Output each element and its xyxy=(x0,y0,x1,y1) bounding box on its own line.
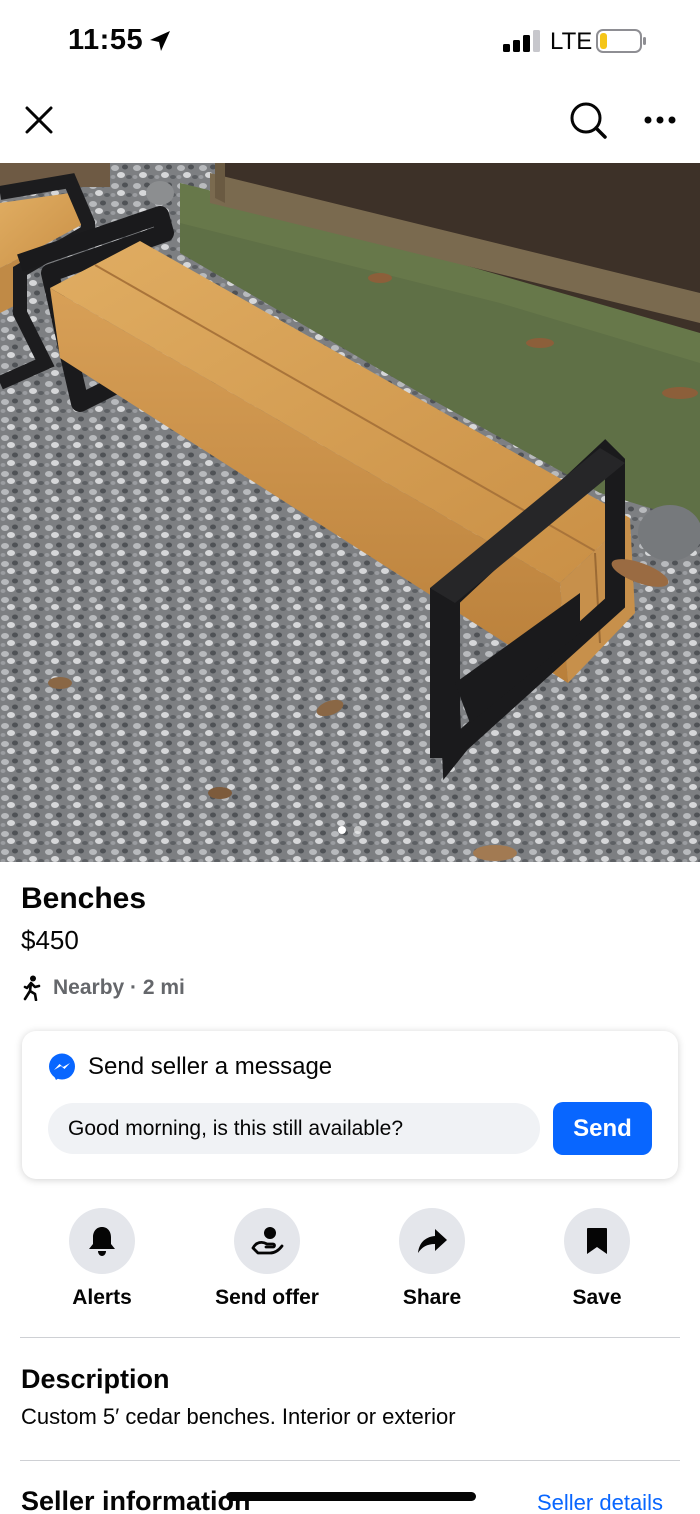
alerts-button[interactable]: Alerts xyxy=(22,1208,182,1310)
message-card-header: Send seller a message xyxy=(48,1053,332,1081)
status-bar: 11:55 LTE xyxy=(0,0,700,84)
listing-price: $450 xyxy=(21,925,79,955)
seller-details-link[interactable]: Seller details xyxy=(537,1490,663,1514)
close-icon xyxy=(25,106,53,134)
listing-photo[interactable] xyxy=(0,163,700,862)
send-offer-button[interactable]: Send offer xyxy=(187,1208,347,1310)
battery-icon xyxy=(596,29,646,53)
bell-icon xyxy=(89,1227,115,1256)
bookmark-icon xyxy=(587,1228,607,1254)
seller-info-heading: Seller information xyxy=(21,1486,251,1514)
alerts-label: Alerts xyxy=(72,1286,132,1309)
more-options-button[interactable] xyxy=(638,98,682,142)
send-button[interactable]: Send xyxy=(553,1102,652,1155)
network-label: LTE xyxy=(550,28,593,55)
cellular-signal-icon xyxy=(503,30,540,52)
search-icon xyxy=(570,102,607,139)
action-row: Alerts Send offer Share Save xyxy=(0,1208,700,1318)
messenger-icon xyxy=(49,1053,75,1080)
location-text: Nearby · 2 mi xyxy=(53,976,185,999)
message-input[interactable] xyxy=(48,1103,540,1154)
bench-photo-illustration xyxy=(0,163,700,862)
walking-person-icon xyxy=(23,975,41,1001)
send-offer-label: Send offer xyxy=(215,1286,319,1309)
location-arrow-icon xyxy=(150,31,170,51)
close-button[interactable] xyxy=(17,98,61,142)
pagination-dot-active xyxy=(338,826,346,834)
share-button[interactable]: Share xyxy=(352,1208,512,1310)
share-label: Share xyxy=(402,1286,462,1309)
pagination-dot xyxy=(354,826,362,834)
offer-hand-icon xyxy=(251,1227,284,1255)
photo-pagination xyxy=(0,826,700,834)
save-button[interactable]: Save xyxy=(517,1208,677,1310)
section-divider xyxy=(20,1460,680,1461)
description-heading: Description xyxy=(21,1364,170,1394)
share-icon-circle xyxy=(399,1208,465,1274)
message-card-title: Send seller a message xyxy=(88,1053,333,1080)
search-button[interactable] xyxy=(566,98,610,142)
share-arrow-icon xyxy=(418,1229,447,1253)
section-divider xyxy=(20,1337,680,1338)
status-time: 11:55 xyxy=(68,24,144,56)
message-seller-card: Send seller a message Send xyxy=(22,1031,678,1179)
save-label: Save xyxy=(572,1286,622,1309)
nav-bar xyxy=(0,84,700,164)
more-horizontal-icon xyxy=(644,116,676,124)
listing-location: Nearby · 2 mi xyxy=(21,975,185,1001)
description-text: Custom 5′ cedar benches. Interior or ext… xyxy=(21,1404,456,1429)
alerts-icon-circle xyxy=(69,1208,135,1274)
home-indicator[interactable] xyxy=(226,1492,476,1501)
send-offer-icon-circle xyxy=(234,1208,300,1274)
listing-title: Benches xyxy=(21,882,147,915)
save-icon-circle xyxy=(564,1208,630,1274)
